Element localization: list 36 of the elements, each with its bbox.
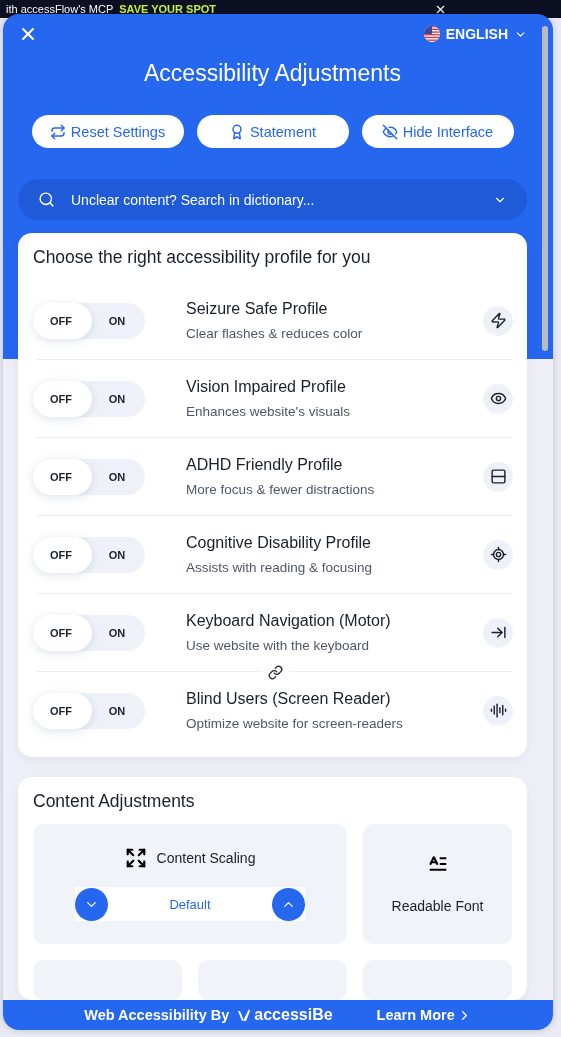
profile-description: More focus & fewer distractions [186,482,376,497]
tile-label: Readable Font [391,898,484,914]
banner-link[interactable]: SAVE YOUR SPOT [119,3,217,15]
language-button[interactable]: ENGLISH [423,26,527,42]
tile-label: Content Scaling [156,850,256,866]
hide-button[interactable]: Hide Interface [361,115,514,148]
profile-description: Optimize website for screen-readers [186,716,404,731]
footer-text: Web Accessibility By [84,1007,230,1023]
brand-logo[interactable]: accessiBe [237,1006,333,1024]
profile-toggle[interactable]: OFF ON [33,536,145,573]
profile-toggle[interactable]: OFF ON [33,380,145,417]
profile-title: Seizure Safe Profile [186,300,329,318]
panel-title: Accessibility Adjustments [143,60,402,87]
readable-font-tile[interactable]: Readable Font [363,824,512,944]
profile-description: Use website with the keyboard [186,638,371,653]
reset-button[interactable]: Reset Settings [31,115,184,148]
profile-title: Keyboard Navigation (Motor) [186,612,392,630]
card-heading: Content Adjustments [33,791,196,812]
profile-title: Blind Users (Screen Reader) [186,690,392,708]
profile-toggle[interactable]: OFF ON [33,614,145,651]
profile-title: Vision Impaired Profile [186,378,347,396]
profile-toggle[interactable]: OFF ON [33,302,145,339]
profile-title: ADHD Friendly Profile [186,456,344,474]
profile-description: Enhances website's visuals [186,404,351,419]
card-heading: Choose the right accessibility profile for you [33,247,372,268]
profile-description: Clear flashes & reduces color [186,326,364,341]
profile-description: Assists with reading & focusing [186,560,374,575]
profile-title: Cognitive Disability Profile [186,534,372,552]
learn-more-link[interactable]: Learn More [376,1007,472,1023]
banner-text: ith accessFlow's MCP [6,3,114,15]
statement-button[interactable]: Statement [196,115,349,148]
dictionary-search-field[interactable]: Unclear content? Search in dictionary... [18,179,527,220]
scaling-value: Default [168,896,212,912]
profile-toggle[interactable]: OFF ON [33,458,145,495]
profile-toggle[interactable]: OFF ON [33,692,145,729]
search-input[interactable]: Unclear content? Search in dictionary... [69,190,479,209]
